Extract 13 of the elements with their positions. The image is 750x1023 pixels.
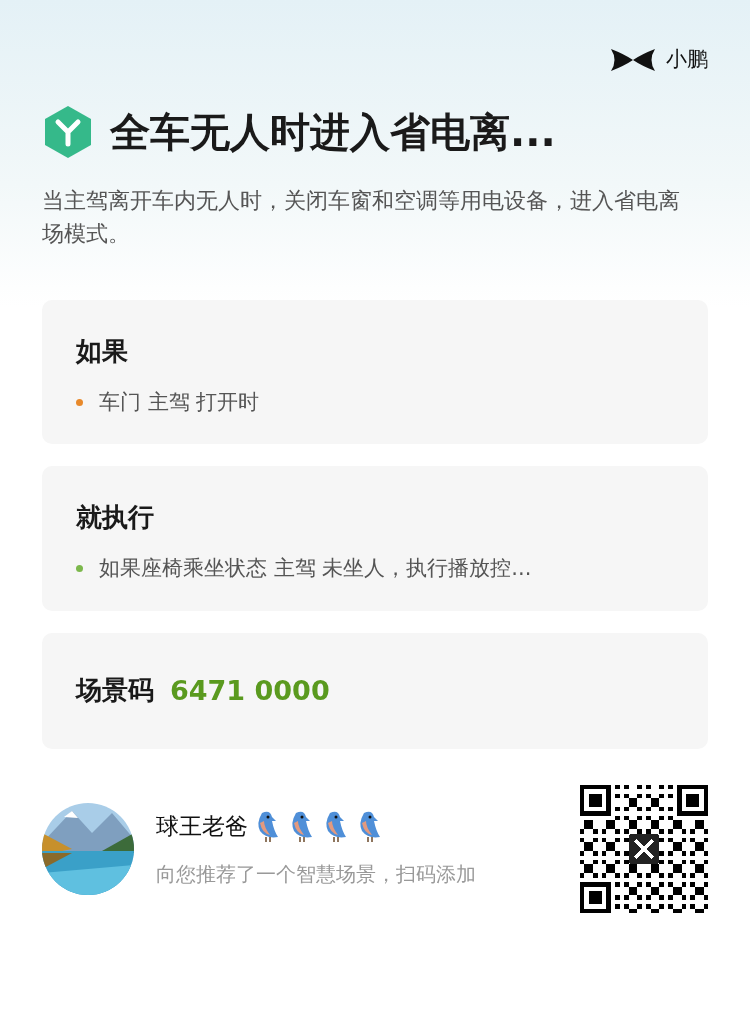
rule-text: 如果座椅乘坐状态 主驾 未坐人，执行播放控... xyxy=(99,555,532,582)
rule-text: 车门 主驾 打开时 xyxy=(99,388,260,416)
scene-code-value: 6471 0000 xyxy=(170,673,330,708)
user-name: 球王老爸 xyxy=(156,811,248,841)
scene-code-label: 场景码 xyxy=(76,674,154,708)
scene-description: 当主驾离开车内无人时，关闭车窗和空调等用电设备，进入省电离场模式。 xyxy=(42,186,681,248)
scene-icon xyxy=(42,103,94,160)
section-heading: 就执行 xyxy=(76,501,155,534)
section-heading: 如果 xyxy=(76,334,129,368)
brand-name: 小鹏 xyxy=(666,46,708,73)
logo-icon xyxy=(610,47,656,72)
scene-title: 全车无人时进入省电离... xyxy=(110,107,556,157)
share-message: 向您推荐了一个智慧场景，扫码添加 xyxy=(156,861,477,889)
